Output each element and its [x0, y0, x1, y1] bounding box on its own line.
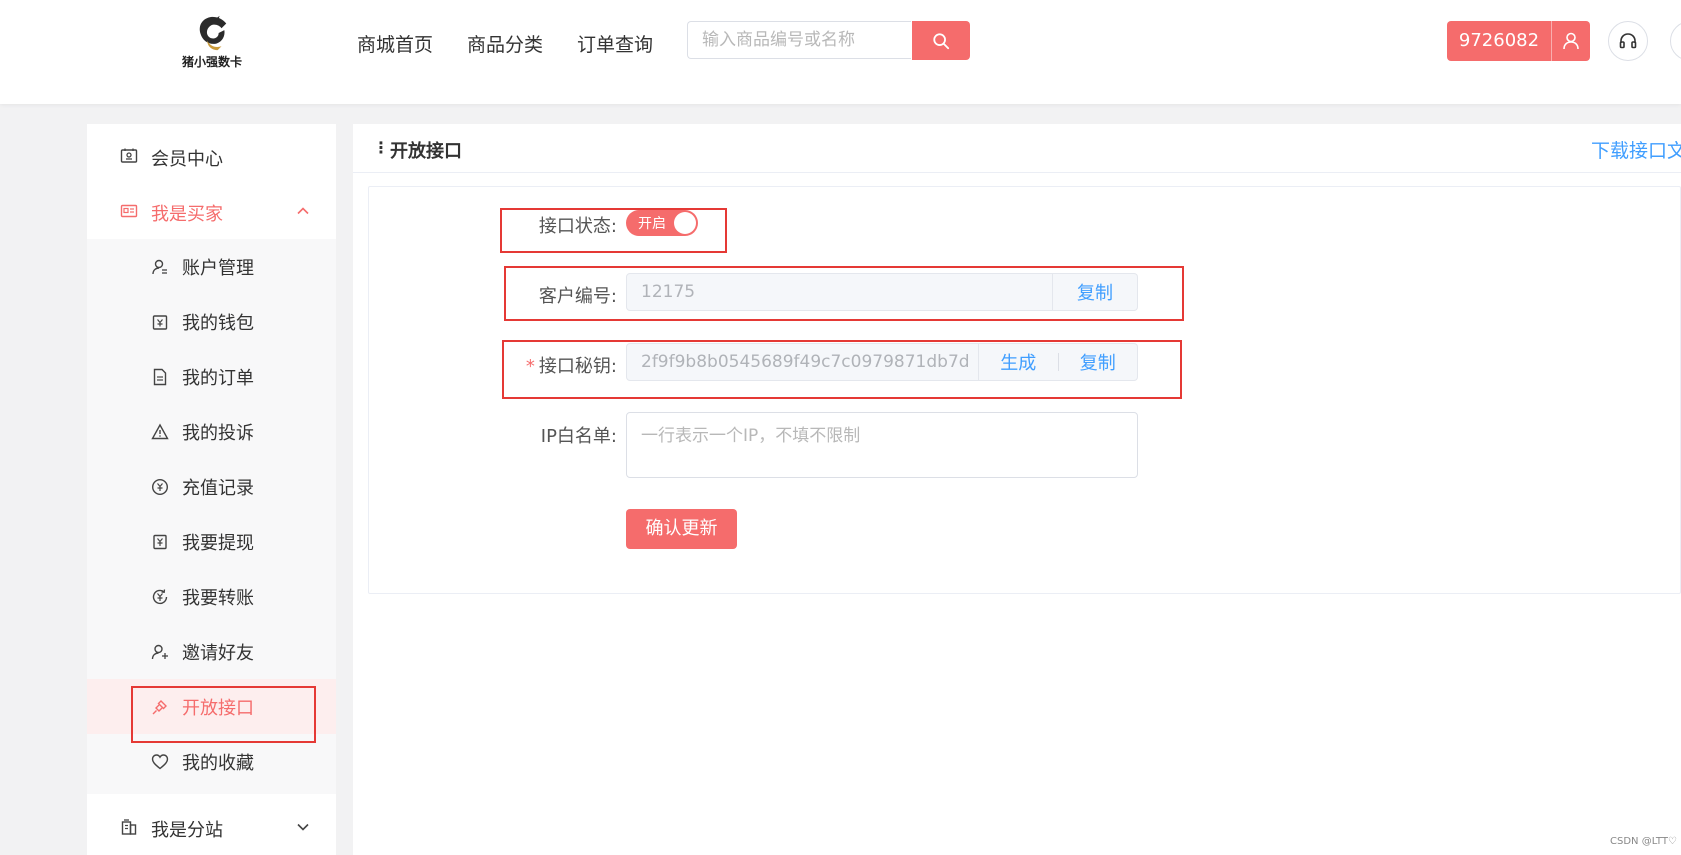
download-docs-link[interactable]: 下载接口文档: [1591, 136, 1681, 163]
watermark: CSDN @LTT♡: [1610, 836, 1677, 847]
member-card-icon: [120, 148, 138, 163]
user-id: 9726082: [1447, 21, 1552, 61]
headset-icon: [1619, 33, 1637, 49]
content-title-bar: ⋮ 开放接口 下载接口文档: [353, 124, 1681, 173]
sidebar-item-orders[interactable]: 我的订单: [87, 349, 336, 404]
sidebar-item-transfer[interactable]: 我要转账: [87, 569, 336, 624]
yen-coin-icon: [151, 478, 169, 496]
sidebar-member-center[interactable]: 会员中心: [87, 128, 336, 184]
highlight-box: [500, 208, 727, 253]
nav-order-query[interactable]: 订单查询: [577, 30, 653, 57]
sidebar-item-label: 我要提现: [182, 533, 254, 554]
sidebar-item-label: 账户管理: [182, 258, 254, 279]
more-button[interactable]: [1670, 21, 1681, 61]
sidebar-item-withdraw[interactable]: 我要提现: [87, 514, 336, 569]
user-account-button[interactable]: 9726082: [1447, 21, 1590, 61]
highlight-box: [502, 340, 1182, 399]
transfer-icon: [152, 589, 168, 605]
sidebar-item-label: 我的投诉: [182, 423, 254, 444]
sidebar-item-wallet[interactable]: 我的钱包: [87, 294, 336, 349]
sidebar-item-label: 我的钱包: [182, 313, 254, 334]
sidebar-substation-label: 我是分站: [151, 820, 223, 841]
sidebar-buyer[interactable]: 我是买家: [87, 183, 336, 239]
sidebar-item-label: 邀请好友: [182, 643, 254, 664]
id-card-icon: [120, 204, 138, 218]
search-input[interactable]: [687, 21, 911, 59]
sidebar-item-label: 充值记录: [182, 478, 254, 499]
sidebar: 会员中心 我是买家 账户管理 我的钱包 我的订单 我的投诉 充值记录 我要提现 …: [87, 124, 336, 855]
highlight-box: [131, 686, 316, 743]
search-icon: [933, 32, 950, 49]
site-logo[interactable]: 猪小强数卡: [170, 14, 254, 74]
sidebar-item-complaints[interactable]: 我的投诉: [87, 404, 336, 459]
chevron-down-icon: [297, 823, 309, 831]
highlight-box: [504, 266, 1184, 321]
sidebar-substation[interactable]: 我是分站: [87, 799, 336, 855]
menu-dots-icon: ⋮: [373, 138, 389, 157]
warning-icon: [151, 423, 169, 440]
customer-service-button[interactable]: [1608, 21, 1648, 61]
sidebar-item-invite[interactable]: 邀请好友: [87, 624, 336, 679]
sidebar-item-label: 我的订单: [182, 368, 254, 389]
heart-icon: [151, 754, 169, 770]
invite-user-icon: [151, 644, 168, 660]
nav-home[interactable]: 商城首页: [357, 30, 433, 57]
top-header: 猪小强数卡 商城首页 商品分类 订单查询 9726082: [0, 0, 1681, 104]
chevron-up-icon: [297, 207, 309, 215]
ip-whitelist-textarea[interactable]: [626, 412, 1138, 478]
ip-whitelist-label: IP白名单:: [540, 426, 617, 447]
sidebar-item-label: 我的收藏: [182, 753, 254, 774]
user-settings-icon: [152, 259, 167, 275]
page-title: 开放接口: [390, 141, 462, 162]
building-icon: [121, 819, 137, 835]
sidebar-buyer-label: 我是买家: [151, 204, 223, 225]
search-button[interactable]: [912, 21, 970, 60]
withdraw-icon: [153, 534, 167, 550]
dragon-logo-icon: [199, 15, 227, 51]
nav-categories[interactable]: 商品分类: [467, 30, 543, 57]
document-icon: [153, 368, 167, 386]
sidebar-member-center-label: 会员中心: [151, 149, 223, 170]
sidebar-item-account[interactable]: 账户管理: [87, 239, 336, 294]
wallet-icon: [152, 315, 168, 330]
user-icon: [1552, 21, 1590, 61]
logo-text: 猪小强数卡: [181, 55, 242, 69]
sidebar-item-recharge[interactable]: 充值记录: [87, 459, 336, 514]
sidebar-item-label: 我要转账: [182, 588, 254, 609]
confirm-update-button[interactable]: 确认更新: [626, 509, 737, 549]
